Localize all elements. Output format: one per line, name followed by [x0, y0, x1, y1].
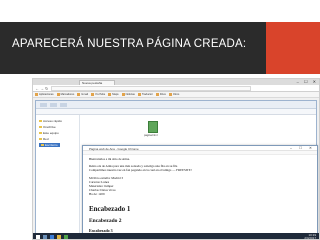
bookmark-label: Aplicaciones [39, 93, 54, 96]
desktop-screenshot: Nueva pestaña – ☐ ✕ ← → ↻ Aplicaciones Ma… [32, 78, 320, 240]
slide-header: APARECERÁ NUESTRA PÁGINA CREADA: [0, 0, 320, 74]
ribbon-button[interactable] [40, 103, 47, 107]
bookmark-label: Traductor [141, 93, 153, 96]
bookmarks-bar: Aplicaciones Marcadores Gmail YouTube Maps No… [33, 92, 319, 98]
search-icon[interactable] [43, 235, 47, 239]
bookmark-icon [35, 93, 38, 96]
folder-icon [41, 143, 44, 147]
bookmark-label: Marcadores [60, 93, 75, 96]
sidebar-item-label: Acceso rápido [43, 119, 63, 123]
bookmark-item[interactable]: Noticias [121, 93, 135, 96]
bookmark-icon [168, 93, 172, 96]
taskbar-clock: 10:19 2/4/2017 [304, 234, 316, 240]
explorer-ribbon [36, 101, 316, 109]
sidebar-item-label: Este equipo [43, 131, 59, 135]
url-input[interactable] [51, 86, 251, 91]
bookmark-icon [121, 93, 125, 96]
file-explorer-window: Acceso rápido OneDrive Este equipo Red Escri… [35, 100, 318, 239]
taskbar: 10:19 2/4/2017 [33, 233, 319, 240]
bookmark-icon [56, 93, 60, 96]
ribbon-button[interactable] [60, 103, 67, 107]
bookmark-icon [108, 93, 112, 96]
slide-title: APARECERÁ NUESTRA PÁGINA CREADA: [12, 38, 247, 50]
page-text-line: Ha de: 1209 [89, 192, 105, 197]
sidebar-item[interactable]: Escritorio [39, 143, 60, 147]
page-window-title: Página web de Ana - Google Chrome [89, 146, 139, 151]
app-icon[interactable] [64, 235, 68, 239]
back-icon[interactable]: ← [35, 86, 39, 91]
page-window-menu [83, 151, 317, 155]
folder-icon [39, 125, 42, 129]
window-controls[interactable]: – ☐ ✕ [297, 79, 318, 84]
file-label[interactable]: pagina.html [144, 134, 157, 137]
sidebar-item-label: OneDrive [43, 125, 56, 129]
sidebar-item-label: Red [43, 137, 49, 141]
bookmark-icon [91, 93, 95, 96]
start-icon[interactable] [36, 235, 40, 239]
bookmark-item[interactable]: Drive [155, 93, 166, 96]
heading-2: Encabezado 2 [89, 217, 122, 224]
sidebar-item[interactable]: Acceso rápido [39, 119, 62, 123]
html-file-icon[interactable] [148, 121, 158, 133]
accent-block [266, 22, 320, 74]
bookmark-item[interactable]: Otros [168, 93, 180, 96]
heading-1: Encabezado 1 [89, 204, 131, 213]
reload-icon[interactable]: ↻ [45, 86, 48, 91]
ribbon-button[interactable] [50, 103, 57, 107]
bookmark-label: YouTube [95, 93, 106, 96]
bookmark-item[interactable]: YouTube [91, 93, 105, 96]
bookmark-icon [155, 93, 159, 96]
sidebar-item[interactable]: Este equipo [39, 131, 59, 135]
address-bar: ← → ↻ [33, 85, 319, 92]
folder-icon [39, 131, 42, 135]
page-content: Bienvenidos a mi sitio de Atina. Reina ol… [89, 157, 309, 239]
page-window-controls[interactable]: – ☐ ✕ [290, 146, 315, 150]
bookmark-item[interactable]: Traductor [137, 93, 153, 96]
folder-icon [39, 137, 42, 141]
bookmark-label: Gmail [81, 93, 89, 96]
bookmark-icon [137, 93, 141, 96]
sidebar-item-label: Escritorio [45, 143, 58, 147]
explorer-sidebar: Acceso rápido OneDrive Este equipo Red Escri… [36, 115, 80, 239]
bookmark-label: Drive [159, 93, 166, 96]
bookmark-item[interactable]: Gmail [77, 93, 88, 96]
browser-app-icon[interactable] [50, 235, 54, 239]
bookmark-label: Otros [172, 93, 180, 96]
page-window: Página web de Ana - Google Chrome – ☐ ✕ … [82, 145, 318, 239]
sidebar-item[interactable]: Red [39, 137, 49, 141]
bookmark-icon [77, 93, 81, 96]
bookmark-item[interactable]: Marcadores [56, 93, 75, 96]
sidebar-item[interactable]: OneDrive [39, 125, 56, 129]
bookmark-label: Maps [112, 93, 119, 96]
folder-icon [39, 119, 42, 123]
bookmark-item[interactable]: Maps [108, 93, 119, 96]
bookmark-label: Noticias [125, 93, 135, 96]
folder-app-icon[interactable] [57, 235, 61, 239]
page-text-lines: Bienvenidos a mi sitio de Atina. Reina ol… [89, 157, 309, 197]
forward-icon[interactable]: → [40, 86, 44, 91]
bookmark-item[interactable]: Aplicaciones [35, 93, 54, 96]
